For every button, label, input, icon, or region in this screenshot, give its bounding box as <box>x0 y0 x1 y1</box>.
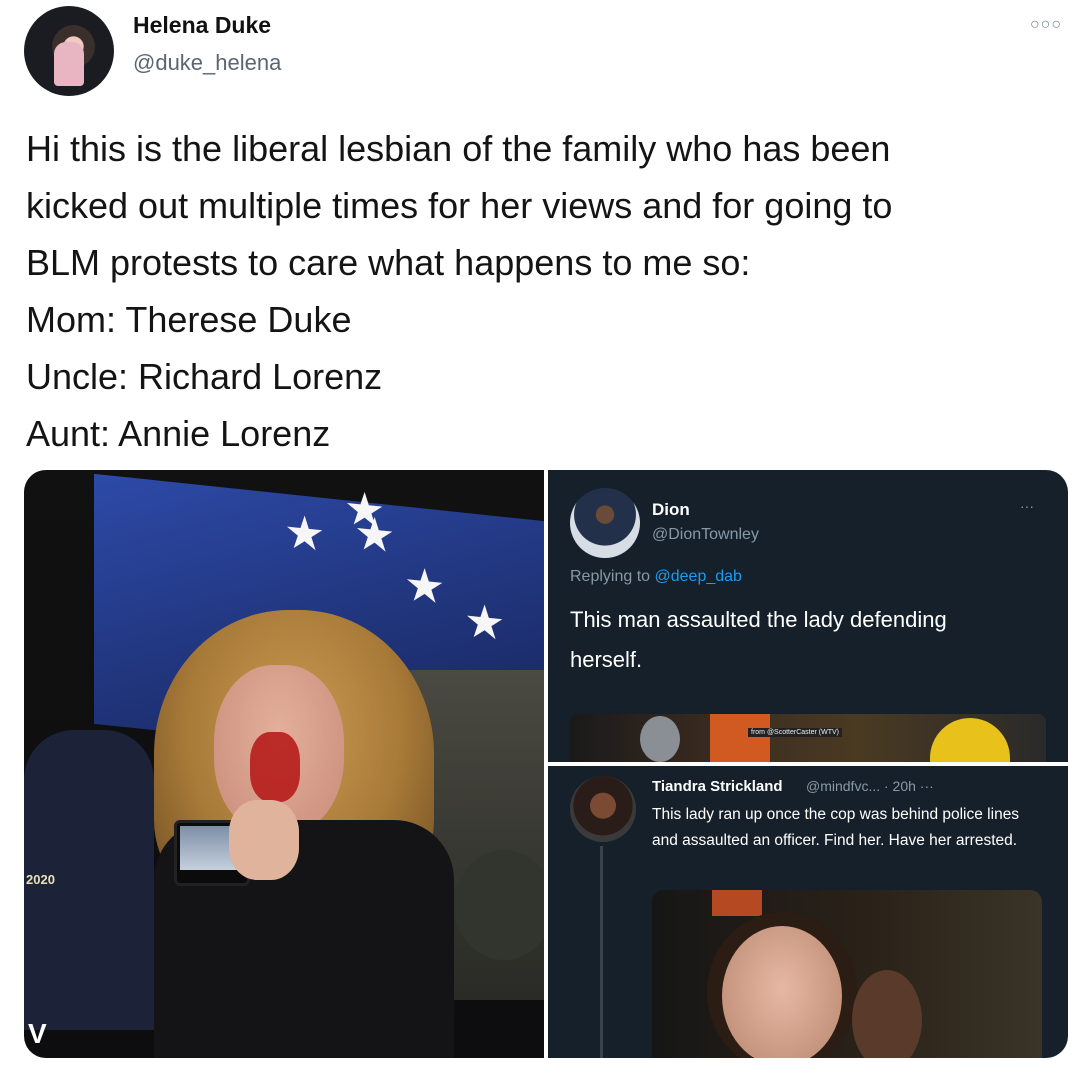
blood-image <box>250 732 300 802</box>
tweet-text-line: kicked out multiple times for her views … <box>26 185 893 226</box>
dion-video-thumbnail <box>570 714 1046 762</box>
more-options-icon[interactable]: ○○○ <box>1030 16 1062 34</box>
helmet-image <box>454 850 554 960</box>
dion-more-icon: ··· <box>1020 498 1034 514</box>
dion-handle: @DionTownley <box>652 526 759 543</box>
tweet-text-line: Hi this is the liberal lesbian of the fa… <box>26 128 891 169</box>
tiandra-avatar <box>570 776 636 842</box>
thread-line <box>600 846 603 1058</box>
tiandra-meta: @mindfvc... · 20h ··· <box>806 778 934 794</box>
tweet-text-line: BLM protests to care what happens to me … <box>26 242 751 283</box>
tweet-text: Hi this is the liberal lesbian of the fa… <box>26 120 1066 462</box>
tiandra-tweet-text: This lady ran up once the cop was behind… <box>652 806 1020 849</box>
tweet-text-line: Mom: Therese Duke <box>26 299 352 340</box>
watermark-logo: V <box>28 1018 47 1049</box>
author-name[interactable]: Helena Duke <box>133 12 271 39</box>
author-avatar[interactable] <box>24 6 114 96</box>
author-handle[interactable]: @duke_helena <box>133 50 281 76</box>
replying-to-prefix: Replying to <box>570 568 655 585</box>
embedded-tweet-dion[interactable]: Dion @DionTownley ··· Replying to @deep_… <box>548 470 1068 762</box>
replying-to-handle: @deep_dab <box>654 568 742 585</box>
dion-avatar <box>570 488 640 558</box>
video-caption: from @ScotterCaster (WTV) <box>748 728 843 737</box>
hand-image <box>229 800 299 880</box>
tweet-media[interactable]: ★ ★ ★ ★ ★ 2020 V Dion @DionTownley ··· R… <box>24 470 1068 1058</box>
tiandra-photo <box>652 890 1042 1058</box>
tiandra-name: Tiandra Strickland <box>652 778 783 795</box>
cap-text: 2020 <box>26 872 55 887</box>
tweet-text-line: Uncle: Richard Lorenz <box>26 356 383 397</box>
replying-to: Replying to @deep_dab <box>570 568 742 586</box>
dion-name: Dion <box>652 500 690 519</box>
media-photo-left[interactable]: ★ ★ ★ ★ ★ 2020 V <box>24 470 554 1058</box>
tweet-text-line: Aunt: Annie Lorenz <box>26 413 331 454</box>
embedded-tweet-tiandra[interactable]: Tiandra Strickland @mindfvc... · 20h ···… <box>548 766 1068 1058</box>
dion-tweet-text: This man assaulted the lady defending he… <box>570 607 947 672</box>
